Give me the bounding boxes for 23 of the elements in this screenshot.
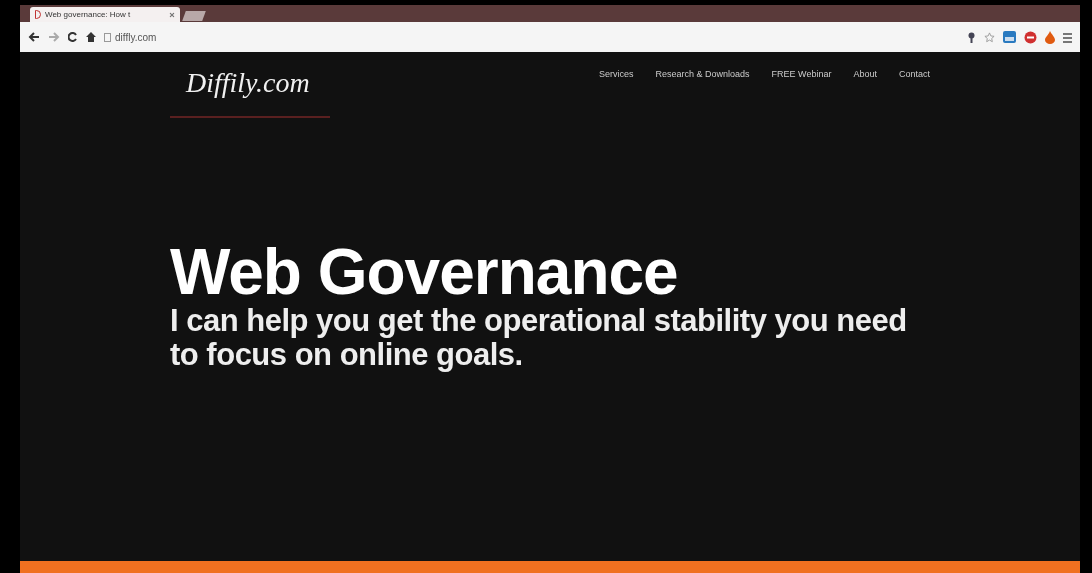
nav-link[interactable]: Services	[599, 68, 634, 82]
headline: Web Governance	[170, 240, 679, 304]
back-icon[interactable]	[28, 32, 40, 42]
flame-icon[interactable]	[1045, 30, 1055, 44]
menu-icon[interactable]	[1063, 31, 1072, 43]
tab-title: Web governance: How t	[45, 8, 132, 21]
stop-sign-icon[interactable]	[1024, 30, 1037, 44]
site-logo[interactable]: Diffily.com	[170, 62, 330, 104]
nav-link[interactable]: FREE Webinar	[771, 68, 832, 82]
star-icon[interactable]	[984, 31, 995, 43]
nav-link[interactable]: Contact	[898, 68, 930, 82]
nav-link[interactable]: Research & Downloads	[655, 68, 750, 82]
close-icon[interactable]	[167, 10, 177, 19]
new-tab-button[interactable]	[182, 11, 206, 21]
extension-icon[interactable]	[1003, 31, 1016, 43]
address-field[interactable]: diffly.com	[115, 29, 157, 45]
key-icon[interactable]	[967, 31, 976, 43]
browser-tab[interactable]: Web governance: How t	[30, 7, 180, 22]
home-icon[interactable]	[86, 32, 96, 42]
page-icon	[104, 32, 111, 42]
nav-link[interactable]: About	[853, 68, 877, 82]
reload-icon[interactable]	[68, 32, 78, 42]
subheadline: I can help you get the operational stability you need to focus on online goals.	[170, 304, 908, 372]
